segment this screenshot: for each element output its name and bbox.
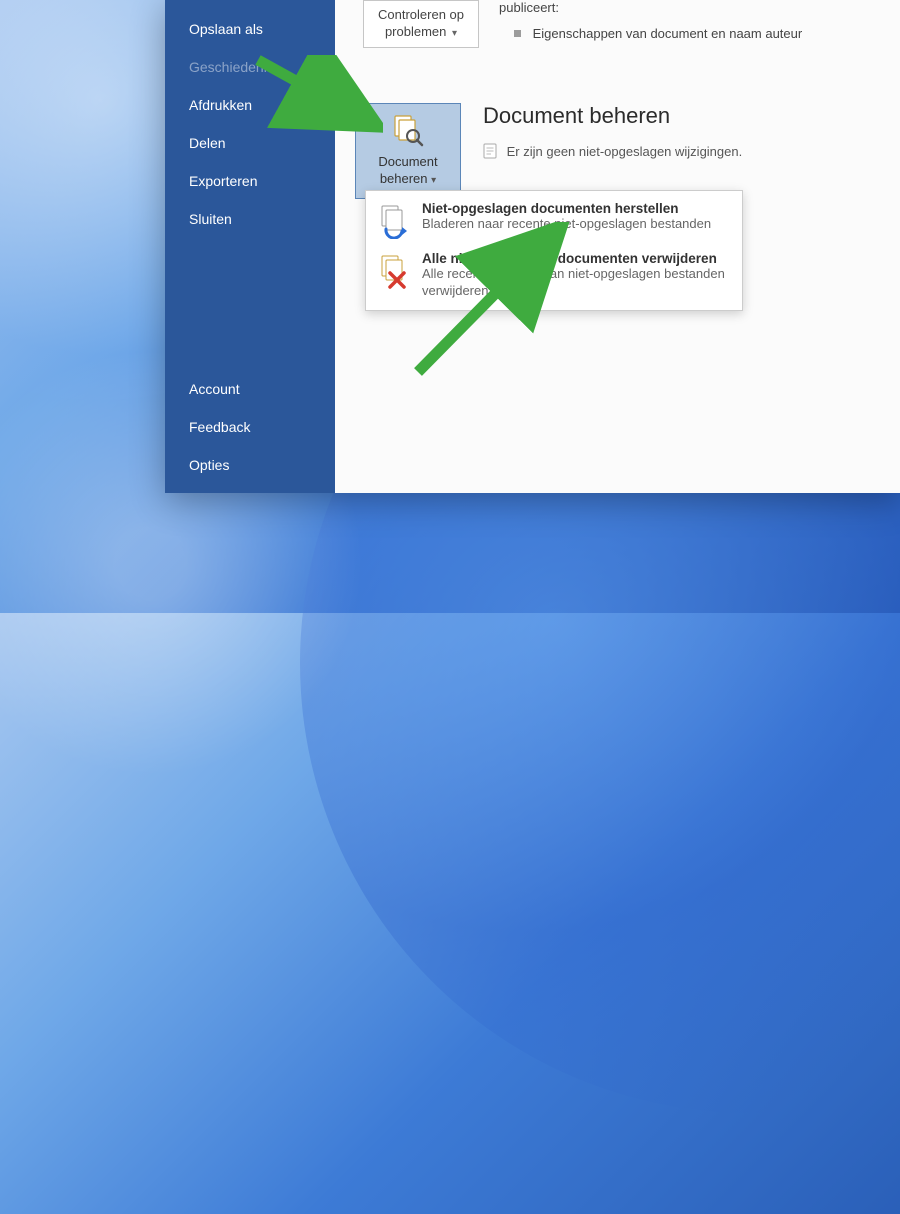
document-magnifier-icon — [391, 114, 425, 148]
document-icon — [483, 143, 497, 159]
sidebar-item-share[interactable]: Delen — [165, 124, 335, 162]
recover-desc: Bladeren naar recente niet-opgeslagen be… — [422, 216, 711, 233]
check-problems-button[interactable]: Controleren op problemen ▾ — [363, 0, 479, 48]
delete-icon — [376, 253, 412, 289]
main-panel: Controleren op problemen ▾ publiceert: E… — [335, 0, 900, 493]
bullet-icon — [514, 30, 521, 37]
delete-desc: Alle recente kopieën van niet-opgeslagen… — [422, 266, 732, 300]
recover-icon — [376, 203, 412, 239]
manage-btn-label-2: beheren — [380, 171, 428, 186]
sidebar-item-close[interactable]: Sluiten — [165, 200, 335, 238]
no-changes-msg: Er zijn geen niet-opgeslagen wijzigingen… — [507, 144, 743, 159]
sidebar-item-history: Geschiedenis — [165, 48, 335, 86]
manage-section: Document beheren Er zijn geen niet-opges… — [483, 103, 742, 199]
publish-info-line: publiceert: — [499, 0, 802, 18]
check-problems-label-2: problemen — [385, 24, 446, 39]
app-window: Opslaan als Geschiedenis Afdrukken Delen… — [165, 0, 900, 493]
chevron-down-icon: ▾ — [431, 175, 436, 186]
sidebar: Opslaan als Geschiedenis Afdrukken Delen… — [165, 0, 335, 493]
manage-btn-label-1: Document — [378, 154, 437, 169]
sidebar-item-options[interactable]: Opties — [165, 446, 335, 493]
sidebar-item-account[interactable]: Account — [165, 370, 335, 408]
sidebar-item-feedback[interactable]: Feedback — [165, 408, 335, 446]
delete-title: Alle niet-opgeslagen documenten verwijde… — [422, 251, 732, 266]
recover-title: Niet-opgeslagen documenten herstellen — [422, 201, 711, 216]
sidebar-item-export[interactable]: Exporteren — [165, 162, 335, 200]
sidebar-item-save-as[interactable]: Opslaan als — [165, 10, 335, 48]
manage-document-dropdown: Niet-opgeslagen documenten herstellen Bl… — [365, 190, 743, 311]
section-heading: Document beheren — [483, 103, 742, 129]
dropdown-item-recover[interactable]: Niet-opgeslagen documenten herstellen Bl… — [366, 195, 742, 245]
publish-info: publiceert: Eigenschappen van document e… — [499, 0, 802, 43]
publish-bullet-1: Eigenschappen van document en naam auteu… — [533, 26, 803, 41]
check-problems-label-1: Controleren op — [378, 7, 464, 22]
sidebar-item-print[interactable]: Afdrukken — [165, 86, 335, 124]
manage-document-button[interactable]: Document beheren ▾ — [355, 103, 461, 199]
dropdown-item-delete[interactable]: Alle niet-opgeslagen documenten verwijde… — [366, 245, 742, 306]
chevron-down-icon: ▾ — [452, 28, 457, 39]
